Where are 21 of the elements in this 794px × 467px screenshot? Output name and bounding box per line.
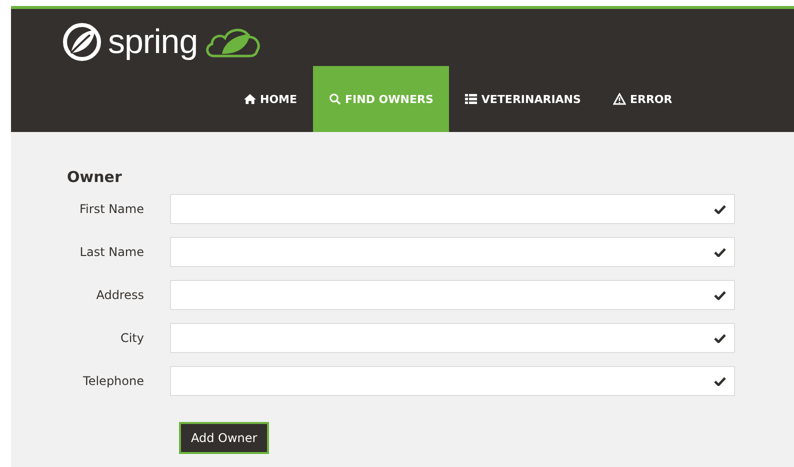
input-field[interactable] bbox=[170, 194, 735, 224]
list-icon bbox=[465, 93, 478, 105]
input-field[interactable] bbox=[170, 366, 735, 396]
field-label: First Name bbox=[78, 202, 144, 216]
leaf-logo-icon bbox=[62, 22, 102, 62]
home-icon bbox=[244, 93, 256, 105]
add-owner-button[interactable]: Add Owner bbox=[179, 422, 270, 454]
field-label: City bbox=[119, 331, 144, 345]
input-field[interactable] bbox=[170, 237, 735, 267]
input-field[interactable] bbox=[170, 323, 735, 353]
field-label: Telephone bbox=[82, 374, 144, 388]
field-label: Address bbox=[95, 288, 144, 302]
input-field[interactable] bbox=[170, 280, 735, 310]
logo-text: spring bbox=[108, 22, 198, 62]
form-title: Owner bbox=[67, 168, 123, 186]
nav-tab[interactable]: VETERINARIANS bbox=[449, 66, 597, 132]
search-icon bbox=[329, 93, 342, 105]
nav-tab[interactable]: HOME bbox=[228, 66, 314, 132]
field-label: Last Name bbox=[78, 245, 144, 259]
nav-tab[interactable]: ERROR bbox=[596, 66, 688, 132]
warning-icon bbox=[612, 93, 626, 105]
